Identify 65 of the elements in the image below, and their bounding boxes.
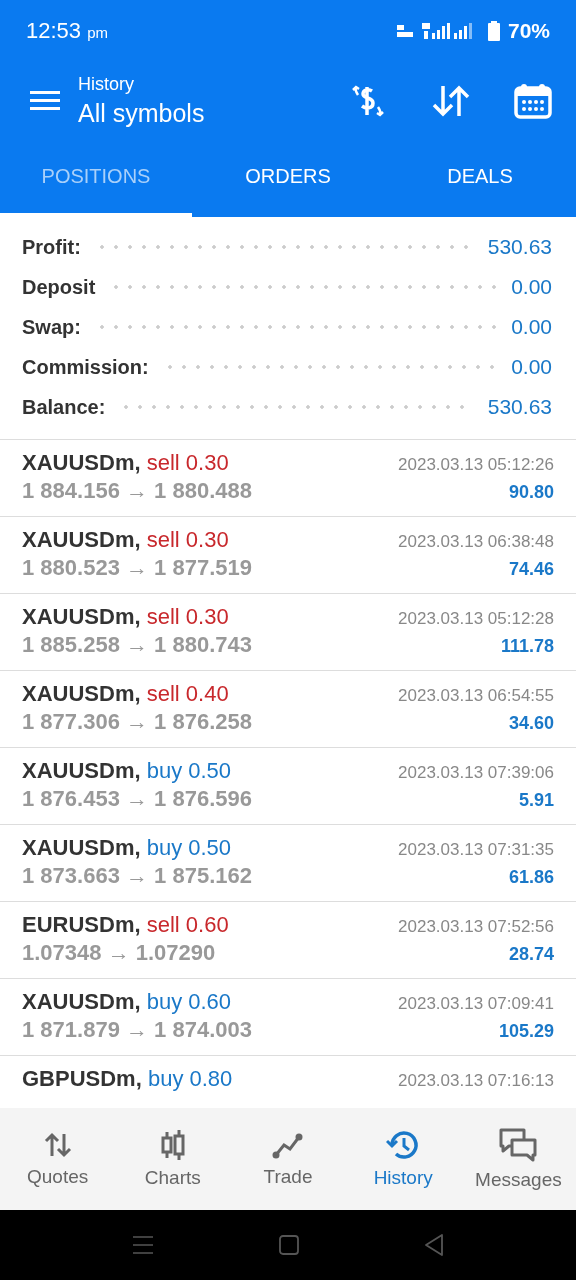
trade-profit: 61.86 <box>508 867 554 888</box>
status-time: 12:53 pm <box>26 18 108 44</box>
trade-symbol: XAUUSDm, buy 0.60 <box>22 989 232 1015</box>
home-icon[interactable] <box>278 1234 300 1256</box>
trade-profit: 74.46 <box>508 559 554 580</box>
trade-symbol: GBPUSDm, buy 0.80 <box>22 1066 233 1092</box>
symbol-filter[interactable]: All symbols <box>78 99 304 128</box>
trade-prices: 1 871.879 → 1 874.003 <box>22 1017 252 1043</box>
trade-prices: 1 884.156 → 1 880.488 <box>22 478 252 504</box>
battery-icon <box>487 21 500 41</box>
trade-time: 2023.03.13 05:12:28 <box>398 609 554 629</box>
summary-label: Profit: <box>22 235 81 259</box>
trade-prices: 1 880.523 → 1 877.519 <box>22 555 252 581</box>
summary-value: 0.00 <box>511 355 552 379</box>
trade-time: 2023.03.13 07:52:56 <box>398 917 554 937</box>
summary-label: Balance: <box>22 395 106 419</box>
messages-icon <box>498 1127 539 1163</box>
trade-profit: 90.80 <box>508 482 554 503</box>
trade-profit: 34.60 <box>508 713 554 734</box>
trade-symbol: XAUUSDm, sell 0.30 <box>22 527 229 553</box>
summary-value: 0.00 <box>511 315 552 339</box>
trade-time: 2023.03.13 07:31:35 <box>398 840 554 860</box>
summary-value: 530.63 <box>487 395 552 419</box>
sort-icon[interactable] <box>432 84 470 118</box>
trade-symbol: XAUUSDm, sell 0.30 <box>22 450 229 476</box>
nav-item[interactable]: Charts <box>115 1108 231 1210</box>
trade-time: 2023.03.13 05:12:26 <box>398 455 554 475</box>
menu-icon[interactable] <box>30 90 60 112</box>
trade-profit: 28.74 <box>508 944 554 965</box>
trade-symbol: XAUUSDm, sell 0.40 <box>22 681 229 707</box>
nav-item[interactable]: Messages <box>460 1108 576 1210</box>
nav-item[interactable]: Quotes <box>0 1108 116 1210</box>
trade-symbol: XAUUSDm, sell 0.30 <box>22 604 229 630</box>
trade-time: 2023.03.13 07:39:06 <box>398 763 554 783</box>
trade-profit: 105.29 <box>498 1021 554 1042</box>
trade-prices: 1 873.663 → 1 875.162 <box>22 863 252 889</box>
back-icon[interactable] <box>424 1233 444 1257</box>
trade-time: 2023.03.13 06:54:55 <box>398 686 554 706</box>
tab[interactable]: ORDERS <box>192 140 384 217</box>
trade-symbol: XAUUSDm, buy 0.50 <box>22 835 232 861</box>
nav-item[interactable]: Trade <box>230 1108 346 1210</box>
trade-prices: 1 885.258 → 1 880.743 <box>22 632 252 658</box>
trade-prices: 1 876.453 → 1 876.596 <box>22 786 252 812</box>
history-icon <box>386 1129 421 1161</box>
summary-label: Deposit <box>22 275 96 299</box>
trade-symbol: EURUSDm, sell 0.60 <box>22 912 229 938</box>
trade-time: 2023.03.13 06:38:48 <box>398 532 554 552</box>
summary-value: 530.63 <box>487 235 552 259</box>
trade-prices: 1.07348 → 1.07290 <box>22 940 216 966</box>
summary-label: Swap: <box>22 315 81 339</box>
nav-item[interactable]: History <box>345 1108 461 1210</box>
trade-time: 2023.03.13 07:09:41 <box>398 994 554 1014</box>
trade-profit: 5.91 <box>518 790 554 811</box>
tab[interactable]: POSITIONS <box>0 140 192 217</box>
trade-symbol: XAUUSDm, buy 0.50 <box>22 758 232 784</box>
trade-prices: 1 877.306 → 1 876.258 <box>22 709 252 735</box>
screen-title: History <box>78 74 135 95</box>
summary-value: 0.00 <box>511 275 552 299</box>
trade-time: 2023.03.13 07:16:13 <box>398 1071 554 1091</box>
summary-label: Commission: <box>22 355 149 379</box>
arrows-icon <box>42 1130 73 1160</box>
calendar-icon[interactable] <box>514 83 552 119</box>
tab[interactable]: DEALS <box>384 140 576 217</box>
trade-profit: 111.78 <box>500 636 554 657</box>
battery-level: 70% <box>507 19 550 43</box>
